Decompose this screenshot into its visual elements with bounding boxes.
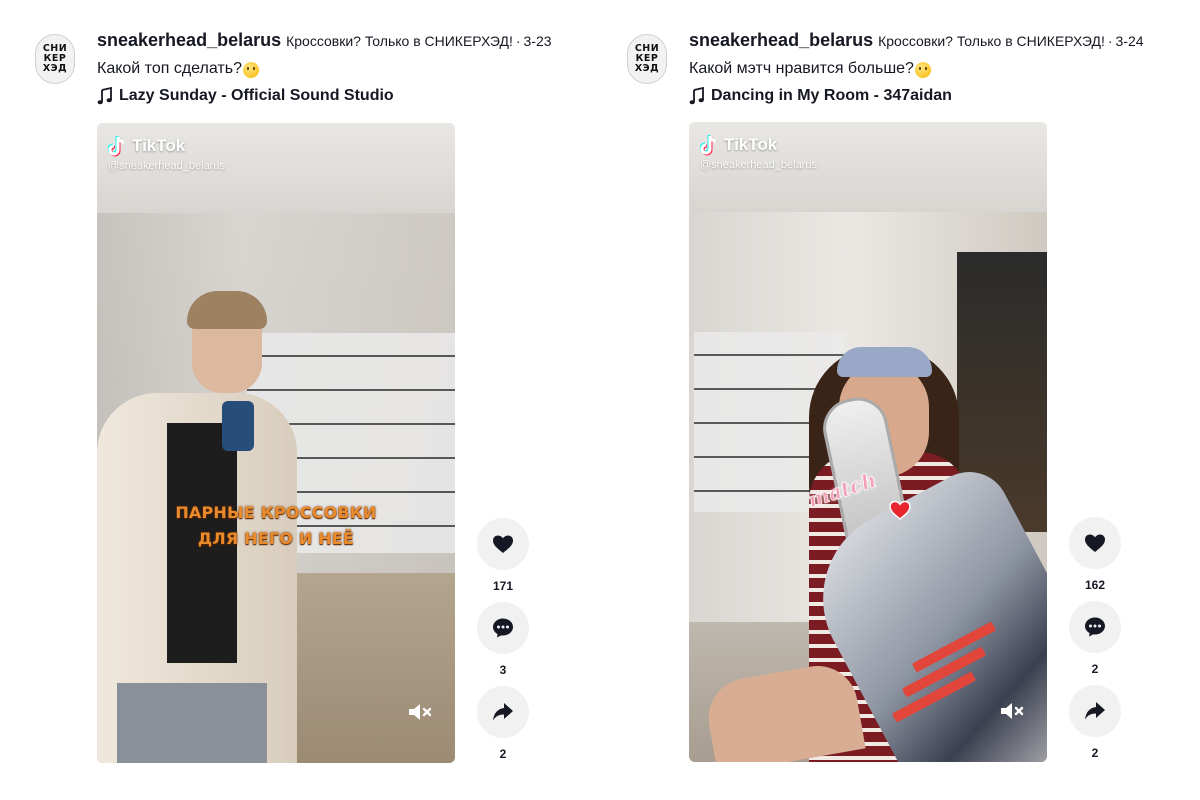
video-post: СНИ КЕР ХЭД sneakerhead_belarus Кроссовк… — [627, 30, 1187, 770]
comment-icon — [1085, 617, 1105, 637]
music-title: Lazy Sunday - Official Sound Studio — [119, 87, 394, 104]
smirk-emoji-icon — [242, 62, 259, 78]
like-button[interactable] — [477, 518, 529, 570]
avatar[interactable]: СНИ КЕР ХЭД — [35, 34, 75, 84]
music-note-icon — [97, 87, 112, 105]
volume-mute-icon[interactable] — [407, 701, 433, 723]
tiktok-watermark: TikTok @sneakerhead_belarus — [700, 134, 817, 171]
share-count: 2 — [1091, 746, 1099, 760]
music-note-icon — [689, 87, 704, 105]
post-description: Какой мэтч нравится больше? — [689, 58, 1189, 80]
separator: · — [1107, 33, 1113, 49]
post-meta: sneakerhead_belarus Кроссовки? Только в … — [689, 30, 1189, 106]
action-bar: 171 3 2 — [477, 518, 529, 770]
video-player[interactable]: TikTok @sneakerhead_belarus match — [689, 122, 1047, 762]
author-username[interactable]: sneakerhead_belarus — [97, 30, 281, 51]
watermark-brand: TikTok — [132, 136, 186, 155]
heart-icon — [1085, 534, 1105, 552]
post-date: 3-23 — [523, 33, 552, 49]
tiktok-watermark: TikTok @sneakerhead_belarus — [108, 135, 225, 172]
music-title: Dancing in My Room - 347aidan — [711, 87, 952, 104]
author-nickname: Кроссовки? Только в СНИКЕРХЭД! — [878, 33, 1105, 49]
share-button[interactable] — [477, 686, 529, 738]
description-text: Какой топ сделать? — [97, 60, 242, 77]
scene-person-bandana — [837, 347, 932, 377]
tiktok-logo-icon — [108, 136, 125, 157]
watermark-handle: @sneakerhead_belarus — [108, 160, 225, 172]
share-icon — [1085, 702, 1105, 720]
smirk-emoji-icon — [914, 62, 931, 78]
video-player[interactable]: TikTok @sneakerhead_belarus ПАРНЫЕ КРОСС… — [97, 123, 455, 763]
music-link[interactable]: Lazy Sunday - Official Sound Studio — [97, 86, 597, 106]
music-link[interactable]: Dancing in My Room - 347aidan — [689, 86, 1189, 106]
video-post: СНИ КЕР ХЭД sneakerhead_belarus Кроссовк… — [35, 30, 595, 770]
scene-person-legs — [117, 683, 267, 763]
heart-sticker-icon — [889, 500, 911, 520]
post-description: Какой топ сделать? — [97, 58, 597, 80]
like-count: 162 — [1084, 578, 1106, 592]
description-text: Какой мэтч нравится больше? — [689, 60, 914, 77]
comment-count: 2 — [1091, 662, 1099, 676]
author-nickname: Кроссовки? Только в СНИКЕРХЭД! — [286, 33, 513, 49]
scene-person-hair — [187, 291, 267, 329]
comment-icon — [493, 618, 513, 638]
avatar-text-line: ХЭД — [42, 63, 68, 74]
volume-mute-icon[interactable] — [999, 700, 1025, 722]
like-button[interactable] — [1069, 517, 1121, 569]
share-icon — [493, 703, 513, 721]
comment-count: 3 — [499, 663, 507, 677]
author-username[interactable]: sneakerhead_belarus — [689, 30, 873, 51]
watermark-brand: TikTok — [724, 135, 778, 154]
heart-icon — [493, 535, 513, 553]
post-date: 3-24 — [1115, 33, 1144, 49]
comment-button[interactable] — [477, 602, 529, 654]
comment-button[interactable] — [1069, 601, 1121, 653]
overlay-line: ПАРНЫЕ КРОССОВКИ — [175, 503, 377, 522]
video-caption-overlay: ПАРНЫЕ КРОССОВКИ ДЛЯ НЕГО И НЕЁ — [97, 500, 455, 552]
overlay-line: ДЛЯ НЕГО И НЕЁ — [197, 529, 355, 548]
scene-phone — [222, 401, 254, 451]
separator: · — [515, 33, 521, 49]
action-bar: 162 2 2 — [1069, 517, 1121, 769]
share-count: 2 — [499, 747, 507, 761]
share-button[interactable] — [1069, 685, 1121, 737]
like-count: 171 — [492, 579, 514, 593]
avatar[interactable]: СНИ КЕР ХЭД — [627, 34, 667, 84]
avatar-text-line: ХЭД — [634, 63, 660, 74]
watermark-handle: @sneakerhead_belarus — [700, 159, 817, 171]
post-meta: sneakerhead_belarus Кроссовки? Только в … — [97, 30, 597, 106]
tiktok-logo-icon — [700, 135, 717, 156]
